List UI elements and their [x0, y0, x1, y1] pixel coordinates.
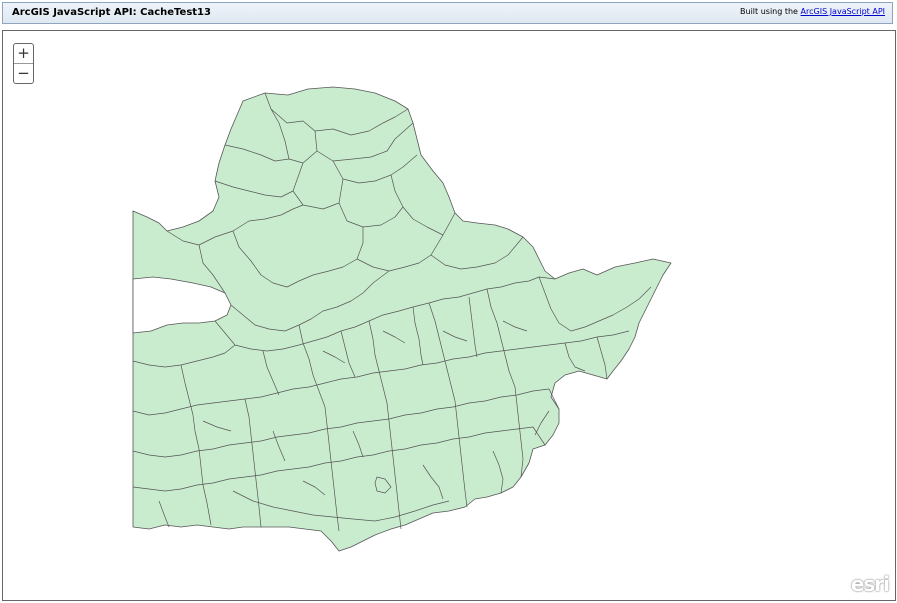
region-polygons[interactable]: [132, 86, 672, 552]
esri-logo[interactable]: esri: [851, 572, 890, 596]
credit-text: Built using the ArcGIS JavaScript API: [740, 7, 885, 16]
map-layer[interactable]: [3, 31, 896, 601]
arcgis-api-link[interactable]: ArcGIS JavaScript API: [801, 7, 885, 16]
zoom-out-button[interactable]: −: [14, 64, 33, 83]
zoom-in-button[interactable]: +: [14, 44, 33, 64]
app-title: ArcGIS JavaScript API: CacheTest13: [12, 7, 211, 18]
zoom-control: + −: [13, 43, 34, 84]
app-header: ArcGIS JavaScript API: CacheTest13 Built…: [2, 2, 893, 24]
map-view[interactable]: + − esri: [2, 30, 896, 601]
credit-prefix: Built using the: [740, 7, 798, 16]
